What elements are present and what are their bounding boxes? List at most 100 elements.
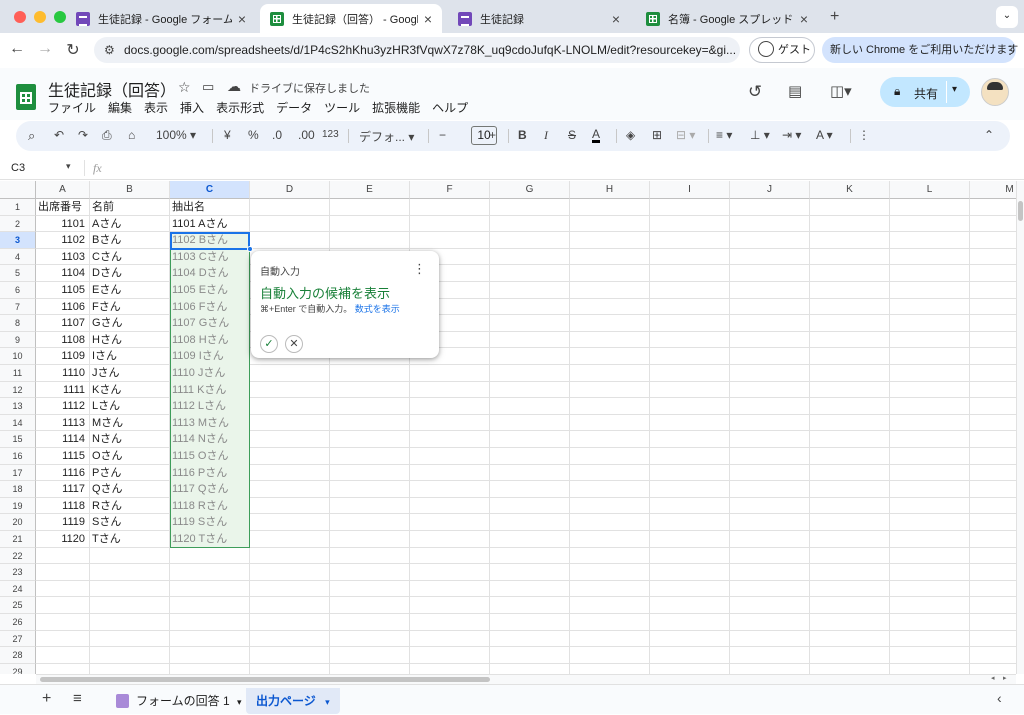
maximize-window-button[interactable] [54, 11, 66, 23]
menu-item[interactable]: 挿入 [180, 99, 204, 116]
share-button[interactable]: 🔒︎ 共有 ▾ [880, 77, 970, 107]
row-header[interactable]: 14 [0, 414, 36, 432]
suggested-cell[interactable]: 1112 Lさん [172, 398, 248, 414]
italic-button[interactable]: I [544, 128, 548, 143]
column-header[interactable]: L [890, 181, 970, 199]
sheets-logo-icon[interactable] [16, 84, 36, 110]
name-cell[interactable]: Qさん [92, 481, 168, 497]
font-select[interactable]: デフォ... ▾ [359, 128, 414, 145]
header-cell[interactable]: 名前 [92, 199, 168, 215]
spreadsheet-grid[interactable]: ABCDEFGHIJKLM 1 2 3 4 5 6 7 8 9 10 11 12 13 14 15 16 17 1… [0, 181, 1016, 674]
vertical-scroll-thumb[interactable] [1018, 201, 1023, 221]
document-title[interactable]: 生徒記録（回答） [48, 77, 176, 101]
horizontal-align-icon[interactable]: ≡ ▾ [716, 128, 732, 142]
row-header[interactable]: 9 [0, 331, 36, 349]
vertical-align-icon[interactable]: ⊥ ▾ [750, 128, 770, 142]
name-box-dropdown-icon[interactable]: ▾ [66, 161, 71, 172]
font-size-decrease-icon[interactable]: − [439, 128, 446, 142]
tab-search-button[interactable]: ⌄ [996, 6, 1018, 28]
column-header[interactable]: D [250, 181, 330, 199]
row-header[interactable]: 1 [0, 199, 36, 216]
menu-item[interactable]: データ [276, 99, 312, 116]
name-cell[interactable]: Rさん [92, 498, 168, 514]
reject-suggestion-button[interactable]: ✕ [285, 335, 303, 353]
column-header[interactable]: C [170, 181, 250, 199]
id-cell[interactable]: 1118 [38, 498, 88, 514]
id-cell[interactable]: 1109 [38, 348, 88, 364]
close-tab-icon[interactable]: × [424, 11, 432, 27]
menu-item[interactable]: 編集 [108, 99, 132, 116]
id-cell[interactable]: 1104 [38, 265, 88, 281]
name-cell[interactable]: Aさん [92, 216, 168, 232]
vertical-scrollbar[interactable] [1016, 181, 1024, 674]
column-header[interactable]: A [36, 181, 90, 199]
close-window-button[interactable] [14, 11, 26, 23]
suggested-cell[interactable]: 1106 Fさん [172, 299, 248, 315]
row-header[interactable]: 18 [0, 481, 36, 498]
zoom-select[interactable]: 100% ▾ [156, 128, 196, 142]
browser-tab[interactable]: 生徒記録 - Google フォーム × [66, 4, 256, 33]
id-cell[interactable]: 1108 [38, 332, 88, 348]
id-cell[interactable]: 1111 [38, 382, 88, 398]
row-header[interactable]: 7 [0, 298, 36, 316]
row-header[interactable]: 10 [0, 348, 36, 365]
share-dropdown-icon[interactable]: ▾ [952, 84, 957, 95]
name-cell[interactable]: Cさん [92, 249, 168, 265]
column-header[interactable]: B [90, 181, 170, 199]
suggested-cell[interactable]: 1105 Eさん [172, 282, 248, 298]
name-cell[interactable]: Dさん [92, 265, 168, 281]
row-header[interactable]: 12 [0, 381, 36, 399]
row-header[interactable]: 26 [0, 614, 36, 631]
comments-icon[interactable]: ▤ [788, 82, 802, 100]
menu-item[interactable]: ファイル [48, 99, 96, 116]
sheet-tabs-scroll-icon[interactable]: ‹ [997, 690, 1002, 706]
row-header[interactable]: 17 [0, 464, 36, 482]
decrease-decimal-button[interactable]: .0 [272, 128, 282, 142]
id-cell[interactable]: 1119 [38, 514, 88, 530]
text-rotation-icon[interactable]: A ▾ [816, 128, 833, 142]
row-header[interactable]: 5 [0, 265, 36, 282]
font-size-increase-icon[interactable]: + [489, 128, 496, 142]
accept-suggestion-button[interactable]: ✓ [260, 335, 278, 353]
row-header[interactable]: 29 [0, 663, 36, 674]
row-header[interactable]: 8 [0, 315, 36, 332]
collapse-toolbar-icon[interactable]: ⌃ [984, 128, 994, 142]
id-cell[interactable]: 1120 [38, 531, 88, 547]
redo-icon[interactable]: ↷ [78, 128, 88, 142]
url-input[interactable]: ⚙ docs.google.com/spreadsheets/d/1P4cS2h… [94, 37, 740, 63]
currency-format-button[interactable]: ¥ [224, 128, 231, 142]
browser-tab[interactable]: 生徒記録（回答） - Google スプレ × [260, 4, 442, 33]
minimize-window-button[interactable] [34, 11, 46, 23]
sheet-tab-output[interactable]: 出力ページ ▾ [246, 688, 340, 714]
menu-item[interactable]: ヘルプ [432, 99, 468, 116]
reload-icon[interactable]: ↻ [63, 40, 83, 60]
undo-icon[interactable]: ↶ [54, 128, 64, 142]
id-cell[interactable]: 1101 [38, 216, 88, 232]
sheet-tab-menu-icon[interactable]: ▾ [237, 697, 242, 707]
popup-more-icon[interactable]: ⋮ [413, 261, 426, 277]
name-cell[interactable]: Mさん [92, 415, 168, 431]
id-cell[interactable]: 1116 [38, 465, 88, 481]
sheet-tab-form-responses[interactable]: フォームの回答 1 ▾ [106, 688, 252, 714]
column-header[interactable]: M [970, 181, 1016, 199]
id-cell[interactable]: 1107 [38, 315, 88, 331]
horizontal-scroll-thumb[interactable] [40, 677, 490, 682]
column-header[interactable]: K [810, 181, 890, 199]
suggested-cell[interactable]: 1117 Qさん [172, 481, 248, 497]
version-history-icon[interactable]: ↺ [748, 82, 762, 102]
search-menus-icon[interactable]: ⌕ [28, 128, 35, 144]
suggested-cell[interactable]: 1103 Cさん [172, 249, 248, 265]
bold-button[interactable]: B [518, 128, 527, 142]
browser-tab[interactable]: 名簿 - Google スプレッドシート × [636, 4, 818, 33]
id-cell[interactable]: 1105 [38, 282, 88, 298]
number-format-button[interactable]: 123 [322, 129, 339, 140]
id-cell[interactable]: 1113 [38, 415, 88, 431]
formula-input[interactable] [112, 160, 1012, 177]
paint-format-icon[interactable]: ⌂ [128, 128, 135, 142]
fill-color-icon[interactable]: ◈ [626, 128, 635, 142]
row-header[interactable]: 2 [0, 215, 36, 233]
row-header[interactable]: 11 [0, 365, 36, 382]
strikethrough-button[interactable]: S [568, 128, 576, 142]
row-header[interactable]: 27 [0, 630, 36, 648]
row-header[interactable]: 15 [0, 431, 36, 448]
